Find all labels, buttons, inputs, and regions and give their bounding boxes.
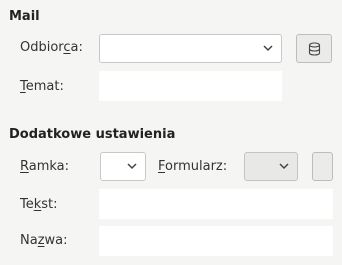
recipient-label: Odbiorca: [20,40,83,55]
form-options-button[interactable] [312,152,333,181]
text-label-text-pre: Te [20,197,34,212]
text-input[interactable] [99,189,333,219]
chevron-down-icon [127,163,137,170]
frame-label: Ramka: [20,159,69,174]
form-label-mnemonic: F [158,159,166,174]
recipient-label-text-pre: Odbior [20,40,64,55]
form-label: Formularz: [158,159,227,174]
form-combobox[interactable] [244,152,298,181]
name-label-mnemonic: z [37,233,45,248]
database-icon [308,42,321,56]
recipient-label-text-post: a: [70,40,83,55]
subject-label: Temat: [20,79,64,94]
text-label: Tekst: [20,197,58,212]
form-label-text-post: ormularz: [165,159,228,174]
frame-label-mnemonic: R [20,159,29,174]
name-label: Nazwa: [20,233,68,248]
subject-input[interactable] [99,71,282,101]
name-input[interactable] [99,226,333,256]
frame-label-text-post: amka: [28,159,70,174]
recipient-label-mnemonic: c [63,40,71,55]
mail-section-heading: Mail [9,9,40,24]
address-book-button[interactable] [296,34,332,63]
frame-combobox[interactable] [100,152,146,181]
additional-settings-heading: Dodatkowe ustawienia [9,127,176,142]
chevron-down-icon [263,45,273,52]
chevron-down-icon [279,163,289,170]
recipient-combobox[interactable] [99,34,282,63]
name-label-text-post: wa: [44,233,68,248]
text-label-text-post: st: [41,197,58,212]
name-label-text-pre: Na [20,233,38,248]
subject-label-text-post: emat: [25,79,64,94]
